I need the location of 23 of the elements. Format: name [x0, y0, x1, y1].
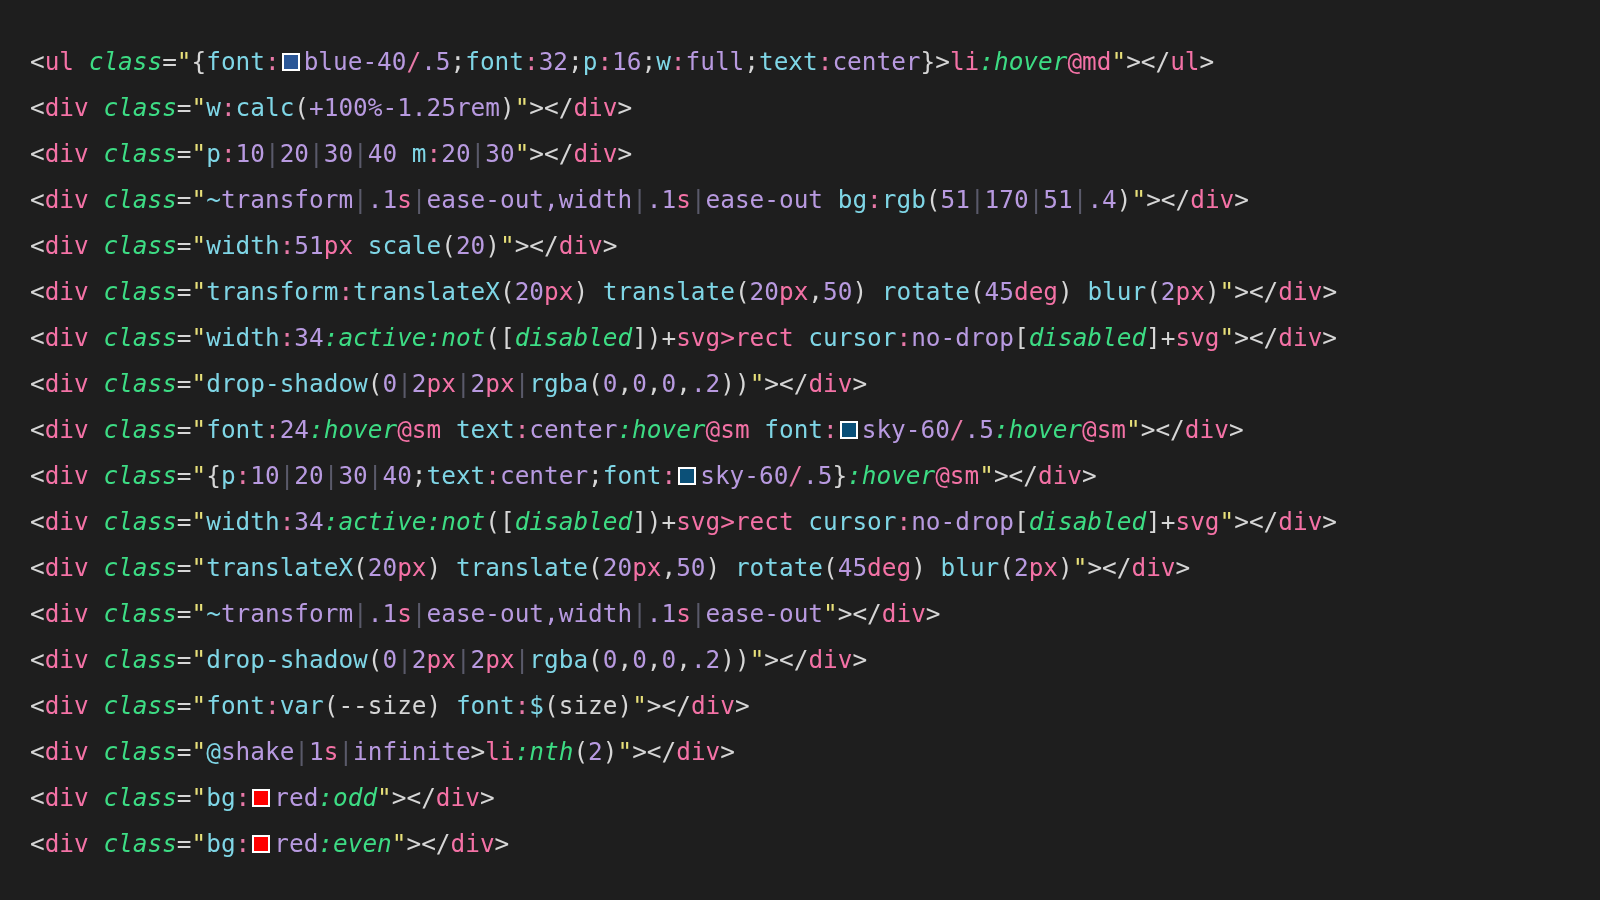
code-text: <div class="drop-shadow(0|2px|2px|rgba(0,0,0,.2))"></div>	[30, 644, 868, 676]
code-text: <div class="font:24:hover@sm text:center:hover@sm font:	[30, 414, 838, 446]
code-text: <div class="width:51px scale(20)"></div>	[30, 230, 618, 262]
code-text: <ul class="{font:	[30, 46, 280, 78]
code-text: <div class="width:34:active:not([disabled])+svg>rect cursor:no-drop[disabled]+svg"></div>	[30, 322, 1338, 354]
code-text: <div class="transform:translateX(20px) translate(20px,50) rotate(45deg) blur(2px)"></div>	[30, 276, 1338, 308]
code-text: <div class="font:var(--size) font:$(size)"></div>	[30, 690, 750, 722]
code-text: red:even"></div>	[274, 828, 510, 860]
code-text: <div class="drop-shadow(0|2px|2px|rgba(0,0,0,.2))"></div>	[30, 368, 868, 400]
code-text: <div class="{p:10|20|30|40;text:center;font:	[30, 460, 677, 492]
code-text: <div class="width:34:active:not([disabled])+svg>rect cursor:no-drop[disabled]+svg"></div>	[30, 506, 1338, 538]
code-text: <div class="p:10|20|30|40 m:20|30"></div>	[30, 138, 633, 170]
code-text: blue-40/.5;font:32;p:16;w:full;text:center}>li:hover@md"></ul>	[303, 46, 1215, 78]
code-text: <div class="translateX(20px) translate(20px,50) rotate(45deg) blur(2px)"></div>	[30, 552, 1191, 584]
code-text: <div class="bg:	[30, 828, 251, 860]
code-text: <div class="~transform|.1s|ease-out,width|.1s|ease-out bg:rgb(51|170|51|.4)"></div>	[30, 184, 1249, 216]
code-text: red:odd"></div>	[274, 782, 495, 814]
code-text: <div class="bg:	[30, 782, 251, 814]
code-text: sky-60/.5}:hover@sm"></div>	[700, 460, 1097, 492]
code-text: <div class="w:calc(+100%-1.25rem)"></div>	[30, 92, 633, 124]
code-text: <div class="~transform|.1s|ease-out,width|.1s|ease-out"></div>	[30, 598, 941, 630]
code-text: sky-60/.5:hover@sm"></div>	[861, 414, 1244, 446]
code-text: <div class="@shake|1s|infinite>li:nth(2)"></div>	[30, 736, 735, 768]
